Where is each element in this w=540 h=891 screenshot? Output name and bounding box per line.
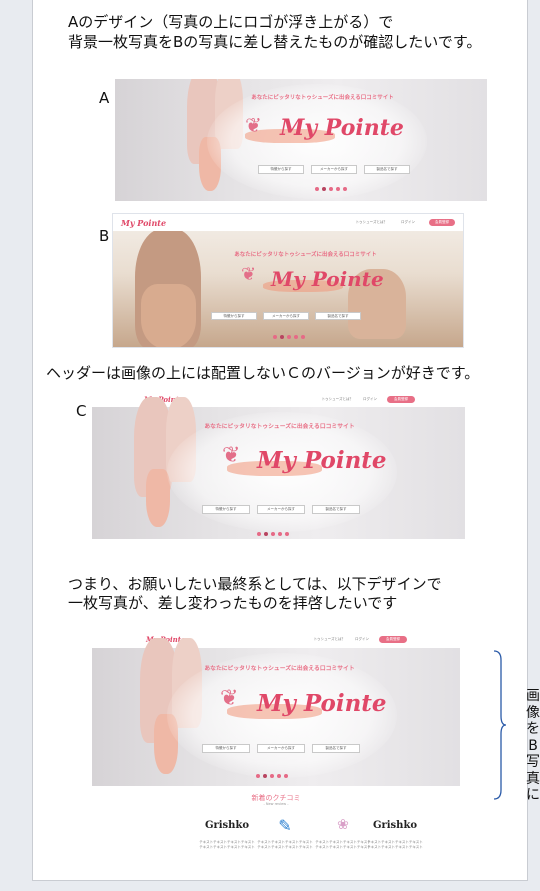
mockup-final: My Pointe トゥシューズとは？ ログイン 会員登録 あなたにピッタリなト…: [89, 630, 463, 860]
carousel-dot[interactable]: [287, 335, 291, 339]
mockup-c-tagline: あなたにピッタリなトゥシューズに出会える口コミサイト: [204, 424, 355, 430]
mockup-a-button-name[interactable]: 製品名で探す: [364, 165, 410, 174]
brand-mark-icon: ✎: [278, 815, 292, 835]
brand-logo[interactable]: Grishko: [201, 814, 253, 836]
mockup-b-header-cta[interactable]: 会員登録: [429, 219, 455, 226]
mockup-b-tagline: あなたにピッタリなトゥシューズに出会える口コミサイト: [234, 252, 377, 258]
pointe-shoe-icon: ❦: [245, 113, 262, 137]
brand-logo[interactable]: ❀: [317, 814, 369, 836]
mockup-final-logo: My Pointe: [257, 690, 387, 717]
section-subtitle: - New review -: [263, 802, 289, 806]
carousel-dot[interactable]: [280, 335, 284, 339]
mockup-a-tagline: あなたにピッタリなトゥシューズに出会える口コミサイト: [251, 95, 394, 101]
carousel-dot[interactable]: [301, 335, 305, 339]
mockup-final-button-features[interactable]: 特徴から探す: [202, 744, 250, 753]
mockup-a-logo: My Pointe: [280, 115, 404, 141]
mockup-b-button-name[interactable]: 製品名で探す: [315, 312, 361, 320]
pointe-shoe-icon: ❦: [241, 264, 257, 285]
brand-caption: テキストテキストテキストテキストテキストテキストテキストテキスト: [367, 840, 423, 849]
carousel-dot[interactable]: [277, 774, 281, 778]
mockup-final-header-link[interactable]: トゥシューズとは？: [314, 637, 345, 642]
mockup-final-button-name[interactable]: 製品名で探す: [312, 744, 360, 753]
label-a: A: [99, 89, 110, 107]
mockup-c-header-cta[interactable]: 会員登録: [387, 395, 415, 403]
mockup-b-shoe: [141, 284, 196, 347]
final-note-line-1: つまり、お願いしたい最終系としては、以下デザインで: [68, 575, 442, 593]
mockup-final-hero: あなたにピッタリなトゥシューズに出会える口コミサイト ❦ My Pointe 特…: [92, 638, 460, 786]
mockup-c-shoe: [146, 469, 170, 527]
brand-caption: テキストテキストテキストテキストテキストテキストテキストテキスト: [199, 840, 255, 849]
mockup-b-button-features[interactable]: 特徴から探す: [211, 312, 257, 320]
mockup-c-header-link[interactable]: トゥシューズとは？: [322, 397, 353, 402]
brand-name: Grishko: [204, 819, 250, 831]
mockup-c-button-name[interactable]: 製品名で探す: [312, 505, 360, 514]
mockup-final-header-link[interactable]: ログイン: [355, 637, 369, 642]
brand-caption: テキストテキストテキストテキストテキストテキストテキストテキスト: [257, 840, 313, 849]
intro-note-line-1: Aのデザイン（写真の上にロゴが浮き上がる）で: [68, 13, 394, 31]
mockup-final-tagline: あなたにピッタリなトゥシューズに出会える口コミサイト: [204, 666, 355, 672]
mockup-b-logo: My Pointe: [271, 267, 384, 291]
mockup-b-carousel-dots: [273, 335, 305, 339]
mockup-b-header-link[interactable]: トゥシューズとは？: [356, 220, 387, 225]
carousel-dot[interactable]: [343, 187, 347, 191]
mockup-b-button-maker[interactable]: メーカーから探す: [263, 312, 309, 320]
mockup-final-button-maker[interactable]: メーカーから探す: [257, 744, 305, 753]
right-brace-icon: [493, 650, 507, 800]
mockup-c: My Pointe トゥシューズとは？ ログイン 会員登録 あなたにピッタリなト…: [92, 391, 465, 549]
mockup-a-button-features[interactable]: 特徴から探す: [258, 165, 304, 174]
intro-note-line-2: 背景一枚写真をBの写真に差し替えたものが確認したいです。: [68, 33, 482, 51]
mockup-b: My Pointe トゥシューズとは？ ログイン 会員登録 あなたにピッタリなト…: [112, 213, 464, 348]
mockup-c-logo: My Pointe: [257, 447, 387, 474]
carousel-dot[interactable]: [263, 774, 267, 778]
carousel-dot[interactable]: [264, 532, 268, 536]
carousel-dot[interactable]: [294, 335, 298, 339]
carousel-dot[interactable]: [270, 774, 274, 778]
carousel-dot[interactable]: [285, 532, 289, 536]
pointe-shoe-icon: ❦: [222, 443, 241, 468]
mockup-c-carousel-dots: [257, 532, 289, 536]
brand-name: Grishko: [372, 819, 418, 831]
mockup-b-header-logo[interactable]: My Pointe: [121, 218, 166, 228]
middle-note: ヘッダーは画像の上には配置しないＣのバージョンが好きです。: [46, 364, 480, 382]
mockup-final-carousel-dots: [256, 774, 288, 778]
mockup-a-button-maker[interactable]: メーカーから探す: [311, 165, 357, 174]
carousel-dot[interactable]: [271, 532, 275, 536]
carousel-dot[interactable]: [329, 187, 333, 191]
carousel-dot[interactable]: [256, 774, 260, 778]
carousel-dot[interactable]: [315, 187, 319, 191]
mockup-c-button-features[interactable]: 特徴から探す: [202, 505, 250, 514]
carousel-dot[interactable]: [322, 187, 326, 191]
label-b: B: [99, 227, 110, 245]
mockup-c-hero: あなたにピッタリなトゥシューズに出会える口コミサイト ❦ My Pointe 特…: [92, 397, 465, 539]
carousel-dot[interactable]: [257, 532, 261, 536]
mockup-c-header-link[interactable]: ログイン: [363, 397, 377, 402]
pointe-shoe-icon: ❦: [220, 686, 239, 711]
side-note: 画像をB写真に: [526, 688, 540, 803]
brand-logo[interactable]: Grishko: [369, 814, 421, 836]
mockup-final-header: My Pointe トゥシューズとは？ ログイン 会員登録: [89, 630, 463, 648]
document-page: Aのデザイン（写真の上にロゴが浮き上がる）で 背景一枚写真をBの写真に差し替えた…: [32, 0, 540, 881]
carousel-dot[interactable]: [284, 774, 288, 778]
mockup-a-carousel-dots: [315, 187, 347, 191]
brand-caption: テキストテキストテキストテキストテキストテキストテキストテキスト: [315, 840, 371, 849]
mockup-final-header-cta[interactable]: 会員登録: [379, 635, 407, 643]
final-note-line-2: 一枚写真が、差し変わったものを拝啓したいです: [68, 594, 398, 612]
mockup-b-header-link[interactable]: ログイン: [401, 220, 415, 225]
mockup-b-header: My Pointe トゥシューズとは？ ログイン 会員登録: [113, 214, 463, 231]
mockup-c-button-maker[interactable]: メーカーから探す: [257, 505, 305, 514]
brand-mark-icon: ❀: [337, 817, 349, 833]
carousel-dot[interactable]: [336, 187, 340, 191]
label-c: C: [76, 402, 87, 420]
brand-logo[interactable]: ✎: [259, 814, 311, 836]
carousel-dot[interactable]: [278, 532, 282, 536]
carousel-dot[interactable]: [273, 335, 277, 339]
mockup-a: あなたにピッタリなトゥシューズに出会える口コミサイト ❦ My Pointe 特…: [115, 79, 487, 201]
